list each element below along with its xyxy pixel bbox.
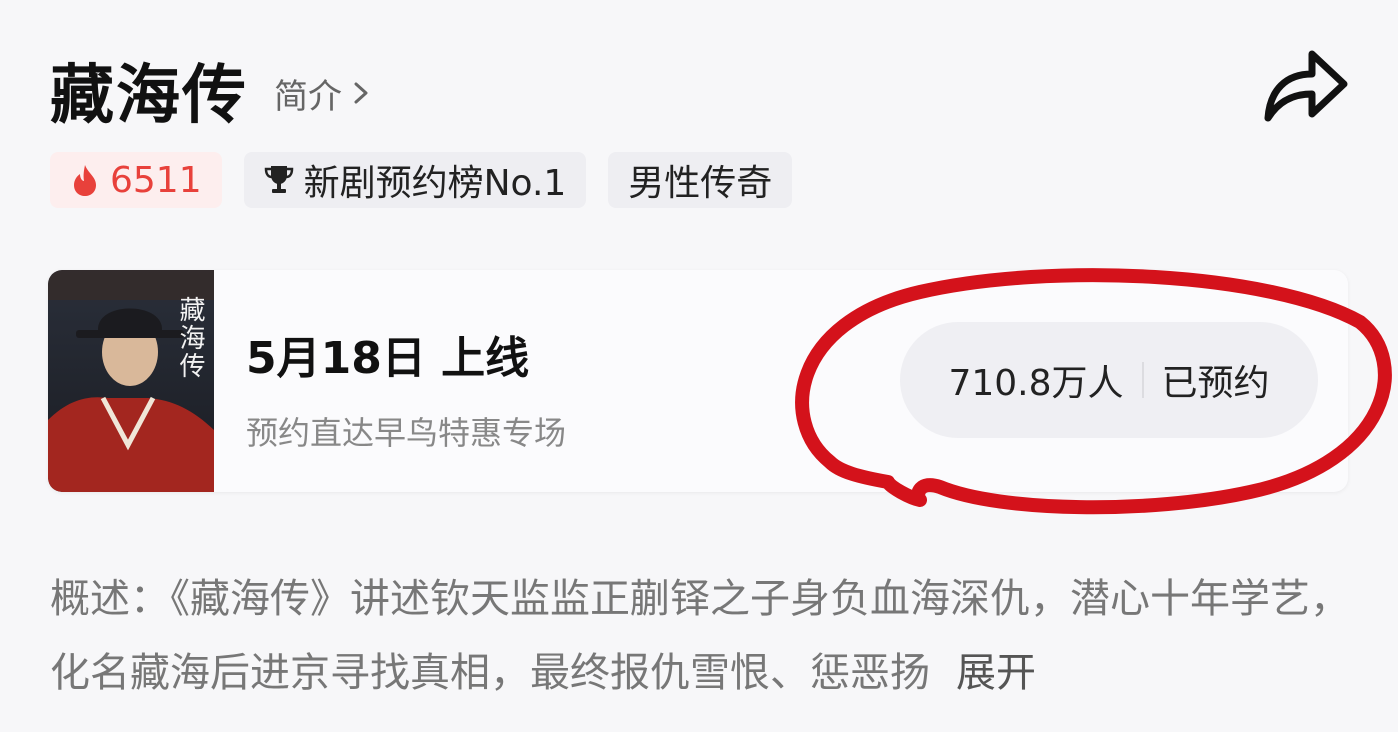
description: 概述：《藏海传》讲述钦天监监正蒯铎之子身负血海深仇，潜心十年学艺，化名藏海后进京…: [50, 562, 1350, 710]
expand-link[interactable]: 展开: [956, 650, 1036, 696]
intro-label: 简介: [274, 76, 342, 117]
tag-row: 6511 新剧预约榜No.1 男性传奇: [50, 152, 793, 208]
genre-tag[interactable]: 男性传奇: [608, 152, 793, 208]
chevron-right-icon: [354, 82, 368, 104]
page-title: 藏海传: [50, 59, 248, 133]
poster-title: 藏海传: [175, 296, 205, 380]
rank-label: 新剧预约榜No.1: [303, 163, 567, 204]
share-arrow-icon[interactable]: [1262, 44, 1350, 126]
rank-tag[interactable]: 新剧预约榜No.1: [243, 152, 587, 208]
reserve-count: 710.8万人: [948, 363, 1124, 404]
heat-tag[interactable]: 6511: [50, 152, 222, 208]
title-row: 藏海传 简介: [50, 50, 372, 133]
genre-label: 男性传奇: [628, 163, 773, 204]
poster-image: 藏海传: [48, 270, 214, 492]
trophy-icon: [264, 166, 293, 193]
reserve-button[interactable]: 710.8万人 已预约: [900, 322, 1318, 438]
intro-link[interactable]: 简介: [274, 69, 372, 118]
divider: [1141, 362, 1144, 398]
fire-icon: [74, 165, 96, 196]
release-date: 5月18日 上线: [246, 333, 530, 384]
release-card[interactable]: 藏海传 5月18日 上线 预约直达早鸟特惠专场 710.8万人 已预约: [48, 270, 1348, 492]
description-text: 概述：《藏海传》讲述钦天监监正蒯铎之子身负血海深仇，潜心十年学艺，化名藏海后进京…: [50, 576, 1350, 696]
reserve-status: 已预约: [1161, 363, 1270, 404]
release-subtitle: 预约直达早鸟特惠专场: [246, 414, 567, 452]
heat-value: 6511: [110, 159, 202, 201]
